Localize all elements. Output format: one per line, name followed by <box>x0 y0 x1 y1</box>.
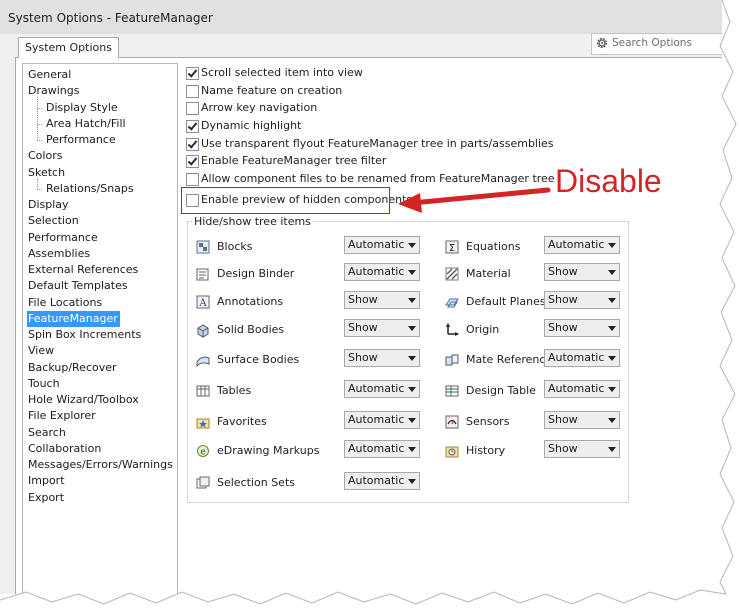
tab-system-options[interactable]: System Options <box>18 37 119 58</box>
torn-edge-frame <box>0 0 741 610</box>
